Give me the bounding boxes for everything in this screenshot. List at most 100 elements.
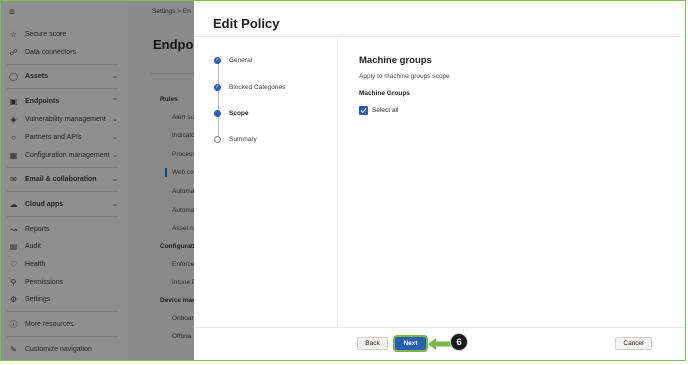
- section-rules: Rules: [160, 96, 178, 103]
- nav-item-label: Health: [25, 260, 46, 268]
- nav-item-label: Endpoints: [25, 97, 60, 105]
- chevron-down-icon: ⌄: [112, 176, 118, 183]
- rules-item[interactable]: Alert su: [172, 114, 194, 121]
- nav-item-label: Vulnerability management: [25, 115, 106, 123]
- audit-icon: ▤: [9, 241, 18, 251]
- chevron-down-icon: ⌄: [112, 152, 118, 159]
- rules-item[interactable]: Asset ru: [172, 225, 196, 232]
- nav-divider: [7, 311, 119, 312]
- nav-item-configuration-management[interactable]: ▦ Configuration management ⌄: [8, 148, 122, 162]
- config-icon: ▦: [9, 150, 18, 160]
- left-nav: ≡ ☆ Secure score ☍ Data connectors ◯ Ass…: [1, 1, 128, 360]
- check-icon: ✓: [214, 56, 221, 64]
- footer-divider: [194, 327, 685, 328]
- heart-icon: ♡: [9, 259, 18, 269]
- chevron-down-icon: ⌄: [112, 201, 118, 208]
- nav-item-customize-navigation[interactable]: ✎ Customize navigation: [8, 342, 122, 356]
- background-page: Settings > En Endpoi Rules Alert su Indi…: [128, 1, 200, 360]
- assets-icon: ◯: [9, 71, 18, 81]
- nav-item-endpoints[interactable]: ▣ Endpoints ⌃: [8, 94, 122, 108]
- nav-item-data-connectors[interactable]: ☍ Data connectors: [8, 45, 122, 59]
- config-item[interactable]: Enforce: [172, 261, 194, 268]
- chevron-down-icon: ⌄: [112, 134, 118, 141]
- nav-item-label: Configuration management: [25, 151, 110, 159]
- gear-icon: ⚙: [9, 294, 18, 304]
- scope-content: Machine groups Apply to machine groups s…: [359, 55, 450, 115]
- nav-item-assets[interactable]: ◯ Assets ⌄: [8, 69, 122, 83]
- step-scope[interactable]: Scope: [214, 108, 249, 118]
- nav-item-label: Cloud apps: [25, 200, 64, 208]
- endpoints-icon: ▣: [9, 96, 18, 106]
- chevron-down-icon: ⌄: [112, 73, 118, 80]
- step-label: Summary: [229, 135, 257, 143]
- app-window: ≡ ☆ Secure score ☍ Data connectors ◯ Ass…: [0, 0, 686, 361]
- nav-item-label: Reports: [25, 225, 50, 233]
- checkbox-label: Select all: [372, 107, 399, 114]
- rules-item[interactable]: Automa: [172, 207, 194, 214]
- shield-icon: ◈: [10, 114, 17, 124]
- device-item[interactable]: Offboa: [172, 333, 191, 340]
- device-item[interactable]: Onboar: [172, 315, 194, 322]
- section-heading: Machine groups: [359, 55, 432, 66]
- check-icon: ✓: [214, 83, 221, 91]
- page-title: Endpoi: [153, 37, 198, 52]
- divider: [150, 73, 198, 74]
- section-description: Apply to machine groups scope: [359, 73, 450, 80]
- nav-item-vulnerability-management[interactable]: ◈ Vulnerability management ⌄: [8, 112, 122, 126]
- nav-item-reports[interactable]: ↝ Reports: [8, 222, 122, 236]
- rules-item[interactable]: Process: [172, 151, 195, 158]
- nav-item-settings[interactable]: ⚙ Settings: [8, 292, 122, 306]
- cloud-icon: ☁: [9, 199, 18, 209]
- nav-divider: [7, 64, 119, 65]
- nav-item-health[interactable]: ♡ Health: [8, 257, 122, 271]
- trophy-icon: ☆: [9, 29, 18, 39]
- nav-item-more-resources[interactable]: ⓘ More resources: [8, 317, 122, 331]
- step-label: Scope: [229, 109, 249, 117]
- nav-item-label: More resources: [25, 320, 74, 328]
- chevron-up-icon: ⌃: [112, 98, 118, 105]
- pending-step-icon: [214, 135, 221, 143]
- callout-arrow-icon: [428, 338, 451, 350]
- nav-item-cloud-apps[interactable]: ☁ Cloud apps ⌄: [8, 197, 122, 211]
- nav-item-permissions[interactable]: ⚲ Permissions: [8, 275, 122, 289]
- select-all-checkbox[interactable]: Select all: [359, 106, 398, 115]
- nav-divider: [7, 191, 119, 192]
- checkbox-checked-icon[interactable]: [359, 106, 368, 115]
- wizard-steps: ✓ General ✓ Blocked Categories Scope Sum…: [194, 37, 338, 327]
- hamburger-icon[interactable]: ≡: [9, 7, 15, 18]
- info-icon: ⓘ: [9, 319, 18, 329]
- step-blocked-categories[interactable]: ✓ Blocked Categories: [214, 82, 285, 92]
- nav-item-label: Email & collaboration: [25, 175, 97, 183]
- rules-item[interactable]: Indicato: [172, 132, 195, 139]
- back-button[interactable]: Back: [357, 337, 388, 350]
- nav-item-partners-and-apis[interactable]: ○ Partners and APIs ⌄: [8, 130, 122, 144]
- partners-icon: ○: [11, 132, 16, 142]
- nav-item-secure-score[interactable]: ☆ Secure score: [8, 27, 122, 41]
- next-button[interactable]: Next: [393, 335, 428, 352]
- step-summary[interactable]: Summary: [214, 134, 257, 144]
- step-label: General: [229, 56, 253, 64]
- dialog-title: Edit Policy: [213, 16, 280, 31]
- pencil-icon: ✎: [10, 344, 17, 354]
- nav-divider: [7, 167, 119, 168]
- nav-item-label: Permissions: [25, 278, 64, 286]
- mail-icon: ✉: [10, 174, 17, 184]
- nav-divider: [7, 88, 119, 89]
- nav-item-label: Customize navigation: [25, 345, 92, 353]
- nav-item-label: Partners and APIs: [25, 133, 82, 141]
- nav-item-email-collaboration[interactable]: ✉ Email & collaboration ⌄: [8, 172, 122, 186]
- breadcrumb: Settings > En: [152, 8, 191, 15]
- nav-item-label: Audit: [25, 242, 41, 250]
- rules-item-selected[interactable]: Web co: [165, 168, 194, 177]
- step-number-badge: 6: [450, 333, 468, 351]
- current-step-icon: [214, 109, 221, 117]
- nav-item-audit[interactable]: ▤ Audit: [8, 239, 122, 253]
- connector-icon: ☍: [9, 47, 18, 57]
- step-general[interactable]: ✓ General: [214, 55, 252, 65]
- nav-item-label: Data connectors: [25, 48, 76, 56]
- rules-item[interactable]: Automa: [172, 188, 194, 195]
- field-label: Machine Groups: [359, 90, 410, 97]
- cancel-button[interactable]: Cancel: [615, 337, 652, 350]
- key-icon: ⚲: [10, 277, 17, 287]
- config-item[interactable]: Intune P: [172, 279, 196, 286]
